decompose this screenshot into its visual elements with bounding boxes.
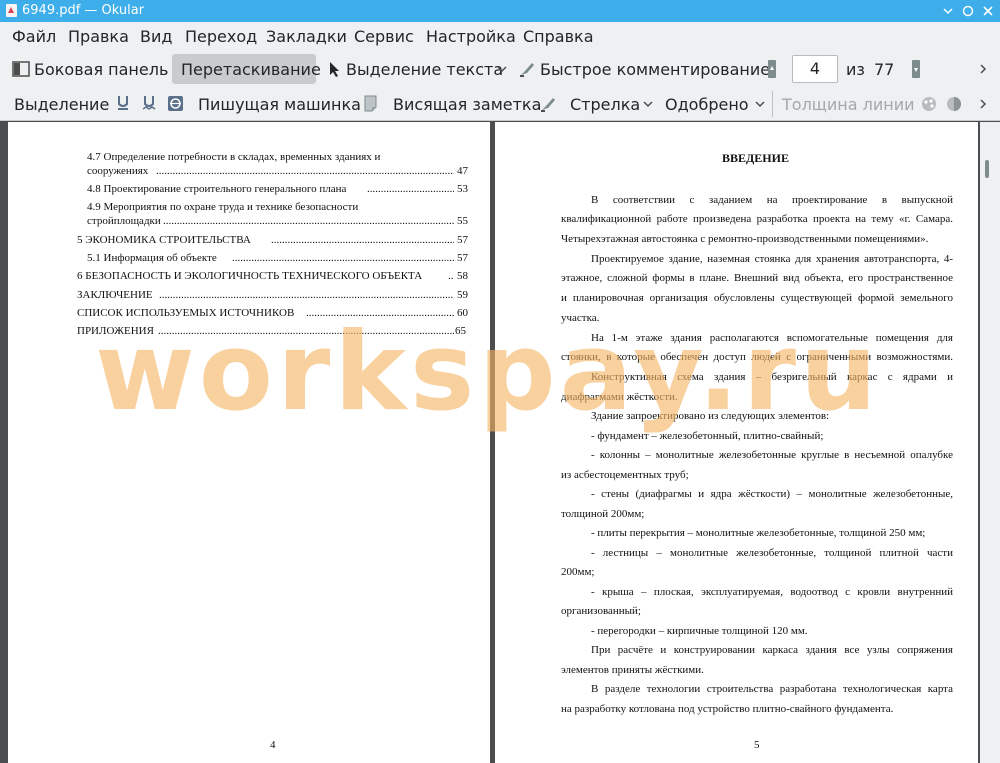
drag-mode-label: Перетаскивание	[181, 60, 321, 79]
toc-page-number: 53	[457, 183, 468, 195]
toolbar-overflow-icon[interactable]	[978, 98, 988, 110]
body-text-line: из асбестоцементных труб;	[561, 469, 689, 481]
body-text-line: Проектируемое здание, наземная стоянка д…	[591, 253, 953, 265]
okular-app-icon	[6, 4, 17, 17]
toc-entry-4-9[interactable]: 4.9 Мероприятия по охране труда и техник…	[87, 201, 358, 213]
toc-leader: ........................................…	[367, 183, 454, 195]
body-text-line: и планировочная организация обусловлены …	[561, 292, 953, 304]
scrollbar-thumb[interactable]	[985, 160, 989, 178]
toc-page-number: 58	[457, 270, 468, 282]
menu-tools[interactable]: Сервис	[354, 27, 414, 46]
minimize-icon[interactable]	[940, 3, 956, 19]
body-text-line: организованный;	[561, 605, 641, 617]
previous-page-icon[interactable]	[768, 60, 776, 78]
body-text-line: - перегородки – кирпичные толщиной 120 м…	[591, 625, 808, 637]
body-text-line: элементов приняты жёсткими.	[561, 664, 704, 676]
sidebar-icon	[12, 61, 30, 77]
chevron-down-icon[interactable]	[643, 100, 653, 108]
body-text-line: Четырехэтажная автостоянка с ремонтно-пр…	[561, 233, 929, 245]
next-page-icon[interactable]	[912, 60, 920, 78]
body-text-line: - плиты перекрытия – монолитные железобе…	[591, 527, 926, 539]
body-text-line: - колонны – монолитные железобетонные кр…	[591, 449, 953, 461]
highlighter-icon	[520, 63, 534, 77]
line-width-button[interactable]: Толщина линии	[782, 95, 915, 114]
body-text-line: на разработку котлована под устройство п…	[561, 703, 894, 715]
opacity-icon[interactable]	[945, 95, 963, 113]
toolbar-overflow-icon[interactable]	[978, 63, 988, 75]
toc-leader: ........................................…	[232, 252, 454, 264]
highlight-button[interactable]: Выделение	[14, 95, 109, 114]
menu-help[interactable]: Справка	[523, 27, 594, 46]
body-text-line: этажное, сложной формы в плане. Внешний …	[561, 272, 953, 284]
main-toolbar: Боковая панель Перетаскивание Выделение …	[0, 51, 1000, 87]
body-text-line: - лестницы – монолитные железобетонные, …	[591, 547, 953, 559]
color-picker-icon[interactable]	[920, 95, 938, 113]
sticky-note-icon[interactable]	[363, 95, 378, 112]
body-text-line: квалификационной работе произведена разр…	[561, 213, 953, 225]
page-number-input[interactable]: 4	[792, 55, 838, 83]
toc-leader: ...	[448, 270, 454, 282]
pen-icon[interactable]	[539, 95, 557, 113]
toc-entry-conclusion[interactable]: ЗАКЛЮЧЕНИЕ	[77, 289, 153, 301]
page-footer-number: 4	[270, 739, 276, 751]
menu-go[interactable]: Переход	[185, 27, 257, 46]
toc-entry-6[interactable]: 6 БЕЗОПАСНОСТЬ И ЭКОЛОГИЧНОСТЬ ТЕХНИЧЕСК…	[77, 270, 422, 282]
body-text-line: 200мм;	[561, 566, 595, 578]
toc-page-number: 55	[457, 215, 468, 227]
watermark-text: workspay.ru	[95, 310, 881, 435]
toc-page-number: 47	[457, 165, 468, 177]
document-page-4: 4.7 Определение потребности в складах, в…	[8, 122, 490, 763]
toc-leader: ........................................…	[156, 165, 454, 177]
stamp-button[interactable]: Одобрено	[665, 95, 749, 114]
toc-page-number: 57	[457, 234, 468, 246]
toc-entry-4-7-cont[interactable]: сооружениях	[87, 165, 148, 177]
title-bar[interactable]: 6949.pdf — Okular	[0, 0, 1000, 22]
body-text-line: - крыша – плоская, эксплуатируемая, водо…	[591, 586, 953, 598]
sidebar-button[interactable]: Боковая панель	[34, 60, 168, 79]
toc-leader: ........................................…	[163, 215, 454, 227]
maximize-icon[interactable]	[960, 3, 976, 19]
toolbar-separator	[772, 91, 773, 117]
toc-page-number: 59	[457, 289, 468, 301]
toc-leader: ........................................…	[159, 289, 454, 301]
toc-entry-5[interactable]: 5 ЭКОНОМИКА СТРОИТЕЛЬСТВА	[77, 234, 251, 246]
menu-view[interactable]: Вид	[140, 27, 172, 46]
sticky-note-button[interactable]: Висящая заметка	[393, 95, 541, 114]
page-total-label: 77	[874, 60, 895, 79]
page-of-label: из	[846, 60, 865, 79]
menu-settings[interactable]: Настройка	[426, 27, 516, 46]
chevron-down-icon[interactable]	[755, 100, 765, 108]
body-text-line: В разделе технологии строительства разра…	[591, 683, 953, 695]
toc-entry-5-1[interactable]: 5.1 Информация об объекте	[87, 252, 217, 264]
body-text-line: - стены (диафрагмы и ядра жёсткости) – м…	[591, 488, 953, 500]
text-cursor-icon	[330, 62, 339, 77]
menu-edit[interactable]: Правка	[68, 27, 129, 46]
toc-page-number: 57	[457, 252, 468, 264]
close-icon[interactable]	[980, 3, 996, 19]
toc-leader: ........................................…	[271, 234, 454, 246]
arrow-tool-button[interactable]: Стрелка	[570, 95, 640, 114]
underline-icon[interactable]	[116, 95, 130, 111]
text-select-button[interactable]: Выделение текста	[346, 60, 503, 79]
menu-file[interactable]: Файл	[12, 27, 56, 46]
body-text-line: толщиной 200мм;	[561, 508, 645, 520]
menu-bar: Файл Правка Вид Переход Закладки Сервис …	[0, 22, 1000, 51]
body-text-line: В соответствии с заданием на проектирова…	[591, 194, 953, 206]
toc-entry-4-9-cont[interactable]: стройплощадки	[87, 215, 161, 227]
body-text-line: При расчёте и конструировании каркаса зд…	[591, 644, 953, 656]
menu-bookmarks[interactable]: Закладки	[266, 27, 347, 46]
window-title: 6949.pdf — Okular	[22, 3, 145, 18]
annotation-toolbar: Выделение Пишущая машинка Висящая заметк…	[0, 87, 1000, 121]
toc-entry-4-7[interactable]: 4.7 Определение потребности в складах, в…	[87, 151, 380, 163]
quick-comment-button[interactable]: Быстрое комментирование	[540, 60, 770, 79]
vertical-scrollbar[interactable]	[980, 122, 1000, 763]
strikeout-icon[interactable]	[167, 95, 184, 112]
chevron-down-icon[interactable]	[497, 65, 507, 73]
squiggly-icon[interactable]	[142, 95, 156, 111]
typewriter-button[interactable]: Пишущая машинка	[198, 95, 361, 114]
page-footer-number: 5	[754, 739, 760, 751]
toc-entry-4-8[interactable]: 4.8 Проектирование строительного генерал…	[87, 183, 346, 195]
document-page-5: ВВЕДЕНИЕ В соответствии с заданием на пр…	[495, 122, 978, 763]
section-heading: ВВЕДЕНИЕ	[722, 151, 789, 165]
